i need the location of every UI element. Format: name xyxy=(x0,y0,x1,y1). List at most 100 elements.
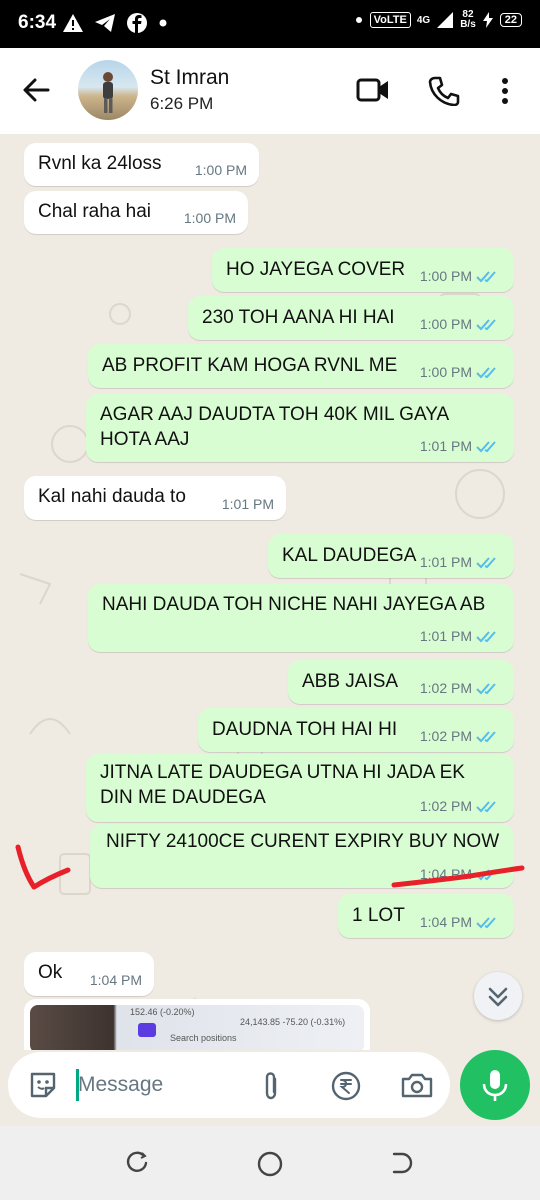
chat-messages[interactable]: Rvnl ka 24loss 1:00 PM Chal raha hai 1:0… xyxy=(0,134,540,1050)
message-incoming[interactable]: Kal nahi dauda to 1:01 PM xyxy=(24,476,286,520)
attach-icon[interactable] xyxy=(260,1070,282,1102)
microphone-icon xyxy=(482,1070,508,1101)
voice-message-button[interactable] xyxy=(460,1050,530,1120)
message-time: 1:00 PM xyxy=(419,268,472,284)
warning-icon xyxy=(63,14,83,32)
back-nav-icon[interactable] xyxy=(388,1150,414,1176)
image-message-preview: 152.46 (-0.20%) 24,143.85 -75.20 (-0.31%… xyxy=(30,1005,364,1050)
message-time: 1:04 PM xyxy=(419,866,472,882)
message-text: HO JAYEGA COVER xyxy=(226,259,406,280)
message-text: ABB JAISA xyxy=(302,671,399,692)
dot-icon xyxy=(159,19,167,27)
message-time: 1:01 PM xyxy=(419,554,472,570)
telegram-icon xyxy=(95,14,115,32)
notification-icons xyxy=(62,12,168,34)
more-options-icon[interactable] xyxy=(499,76,511,106)
alarm-dot-icon xyxy=(355,17,362,23)
message-text: 1 LOT xyxy=(352,905,405,926)
back-arrow-icon[interactable] xyxy=(22,76,50,104)
read-receipt-icon xyxy=(476,367,496,379)
sticker-icon[interactable] xyxy=(28,1070,58,1100)
message-time: 1:02 PM xyxy=(419,680,472,696)
message-text: Ok xyxy=(38,962,63,983)
read-receipt-icon xyxy=(476,801,496,813)
home-icon[interactable] xyxy=(256,1150,284,1178)
payment-rupee-icon[interactable] xyxy=(330,1070,362,1102)
message-text: NAHI DAUDA TOH NICHE NAHI JAYEGA AB xyxy=(102,594,486,615)
signal-icon xyxy=(437,12,454,28)
message-time: 1:01 PM xyxy=(419,438,472,454)
recent-apps-icon[interactable] xyxy=(124,1150,150,1176)
image-text-2: 24,143.85 -75.20 (-0.31%) xyxy=(240,1017,346,1027)
message-incoming[interactable]: Rvnl ka 24loss 1:00 PM xyxy=(24,143,259,186)
volte-badge: VoLTE xyxy=(369,12,411,28)
app-logo-icon xyxy=(138,1023,156,1037)
message-outgoing[interactable]: 230 TOH AANA HI HAI 1:00 PM xyxy=(188,296,514,340)
message-composer xyxy=(0,1050,540,1126)
message-text: AB PROFIT KAM HOGA RVNL ME xyxy=(102,355,398,376)
message-time: 1:04 PM xyxy=(419,914,472,930)
chat-header: St Imran 6:26 PM xyxy=(0,48,540,134)
message-text: Rvnl ka 24loss xyxy=(38,153,162,174)
video-call-icon[interactable] xyxy=(356,76,390,104)
message-outgoing[interactable]: NIFTY 24100CE CURENT EXPIRY BUY NOW 1:04… xyxy=(90,824,514,888)
message-outgoing[interactable]: DAUDNA TOH HAI HI 1:02 PM xyxy=(198,708,514,752)
message-text: NIFTY 24100CE CURENT EXPIRY BUY NOW xyxy=(106,831,500,852)
read-receipt-icon xyxy=(476,271,496,283)
contact-name[interactable]: St Imran xyxy=(150,66,229,90)
double-chevron-down-icon xyxy=(488,987,508,1007)
message-time: 1:00 PM xyxy=(194,162,247,178)
read-receipt-icon xyxy=(476,441,496,453)
message-time: 1:00 PM xyxy=(419,364,472,380)
read-receipt-icon xyxy=(476,319,496,331)
message-text: KAL DAUDEGA xyxy=(282,545,417,566)
system-icons: VoLTE 4G 82 B/s 22 xyxy=(354,10,522,30)
network-speed-unit: B/s xyxy=(460,19,476,30)
message-outgoing[interactable]: 1 LOT 1:04 PM xyxy=(338,894,514,938)
message-time: 1:01 PM xyxy=(221,496,274,512)
message-outgoing[interactable]: KAL DAUDEGA 1:01 PM xyxy=(268,534,514,578)
charging-icon xyxy=(482,12,493,28)
system-navigation-bar xyxy=(0,1126,540,1200)
message-time: 1:04 PM xyxy=(89,972,142,988)
read-receipt-icon xyxy=(476,869,496,881)
message-outgoing[interactable]: NAHI DAUDA TOH NICHE NAHI JAYEGA AB 1:01… xyxy=(88,584,514,652)
status-time: 6:34 xyxy=(18,12,57,33)
message-time: 1:01 PM xyxy=(419,628,472,644)
read-receipt-icon xyxy=(476,557,496,569)
message-time: 1:00 PM xyxy=(419,316,472,332)
image-message[interactable]: 152.46 (-0.20%) 24,143.85 -75.20 (-0.31%… xyxy=(24,999,370,1050)
image-text-3: Search positions xyxy=(170,1033,237,1043)
battery-level: 22 xyxy=(499,13,522,27)
message-text: 230 TOH AANA HI HAI xyxy=(202,307,395,328)
message-time: 1:02 PM xyxy=(419,728,472,744)
message-text: Kal nahi dauda to xyxy=(38,486,186,507)
message-outgoing[interactable]: ABB JAISA 1:02 PM xyxy=(288,660,514,704)
scroll-to-bottom-button[interactable] xyxy=(474,972,522,1020)
read-receipt-icon xyxy=(476,731,496,743)
camera-icon[interactable] xyxy=(400,1070,434,1100)
contact-avatar[interactable] xyxy=(78,60,138,120)
message-text: Chal raha hai xyxy=(38,201,152,222)
message-text: DAUDNA TOH HAI HI xyxy=(212,719,398,740)
message-incoming[interactable]: Chal raha hai 1:00 PM xyxy=(24,191,248,234)
read-receipt-icon xyxy=(476,917,496,929)
message-input-container[interactable] xyxy=(8,1052,450,1118)
message-outgoing[interactable]: AB PROFIT KAM HOGA RVNL ME 1:00 PM xyxy=(88,344,514,388)
network-speed: 82 B/s xyxy=(460,10,476,30)
message-outgoing[interactable]: AGAR AAJ DAUDTA TOH 40K MIL GAYA HOTA AA… xyxy=(86,394,514,462)
message-outgoing[interactable]: HO JAYEGA COVER 1:00 PM xyxy=(212,248,514,292)
status-bar: 6:34 VoLTE 4G 82 B/s 22 xyxy=(0,0,540,48)
image-text-1: 152.46 (-0.20%) xyxy=(130,1007,195,1017)
last-seen: 6:26 PM xyxy=(150,94,214,113)
facebook-icon xyxy=(127,13,147,33)
message-time: 1:00 PM xyxy=(183,210,236,226)
read-receipt-icon xyxy=(476,683,496,695)
read-receipt-icon xyxy=(476,631,496,643)
voice-call-icon[interactable] xyxy=(428,76,460,106)
message-outgoing[interactable]: JITNA LATE DAUDEGA UTNA HI JADA EK DIN M… xyxy=(86,754,514,822)
message-time: 1:02 PM xyxy=(419,798,472,814)
message-input[interactable] xyxy=(78,1070,248,1100)
network-type: 4G xyxy=(416,14,431,26)
message-incoming[interactable]: Ok 1:04 PM xyxy=(24,952,154,996)
